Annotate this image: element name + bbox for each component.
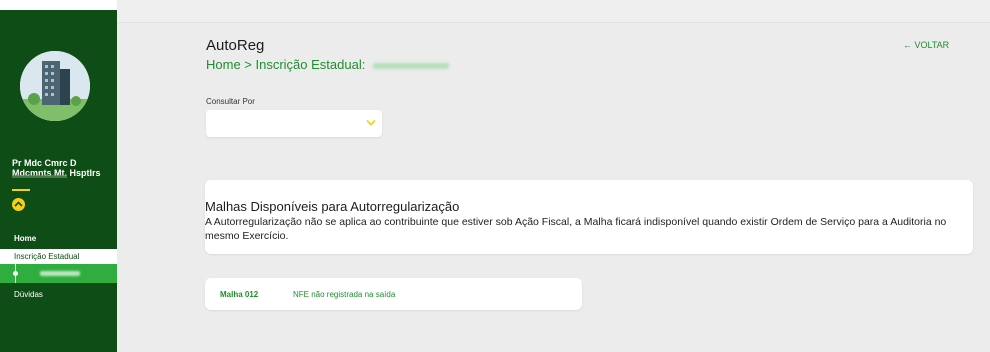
chevron-up-icon bbox=[14, 201, 23, 207]
consultar-por-select[interactable] bbox=[206, 110, 382, 137]
chevron-down-icon bbox=[366, 119, 376, 126]
malha-item[interactable]: Malha 012 NFE não registrada na saída bbox=[205, 278, 582, 310]
nav-item-duvidas[interactable]: Dúvidas bbox=[0, 290, 131, 299]
company-avatar-icon bbox=[20, 51, 90, 121]
info-card: Malhas Disponíveis para Autorregularizaç… bbox=[205, 180, 973, 254]
info-card-text: A Autorregularização não se aplica ao co… bbox=[205, 216, 947, 242]
page-title: AutoReg bbox=[206, 37, 265, 54]
nav-item-home[interactable]: Home bbox=[0, 234, 131, 243]
breadcrumb-text[interactable]: Home > Inscrição Estadual: bbox=[206, 57, 365, 72]
nav-item-inscricao-estadual[interactable]: Inscrição Estadual bbox=[0, 249, 117, 264]
tree-dot-icon bbox=[13, 271, 18, 276]
sidebar-top-gap bbox=[0, 0, 117, 10]
divider bbox=[12, 189, 30, 191]
sidebar: Pr Mdc Cmrc D Mdcmnts Mt. Hsptlrs Home I… bbox=[0, 0, 117, 352]
consultar-por-label: Consultar Por bbox=[206, 97, 255, 106]
document-number-redacted bbox=[12, 175, 67, 178]
info-card-title: Malhas Disponíveis para Autorregularizaç… bbox=[205, 199, 460, 214]
nav-item-selected-inscricao[interactable] bbox=[0, 264, 117, 283]
main-content: AutoReg Home > Inscrição Estadual: ← VOL… bbox=[117, 0, 990, 352]
breadcrumb: Home > Inscrição Estadual: bbox=[206, 57, 449, 72]
malha-code[interactable]: Malha 012 bbox=[220, 290, 258, 299]
back-button[interactable]: ← VOLTAR bbox=[903, 40, 949, 50]
redacted-registration-value bbox=[372, 62, 449, 69]
redacted-registration bbox=[40, 271, 80, 276]
expand-toggle[interactable] bbox=[12, 198, 25, 211]
top-bar bbox=[117, 0, 990, 23]
malha-description: NFE não registrada na saída bbox=[293, 290, 396, 299]
